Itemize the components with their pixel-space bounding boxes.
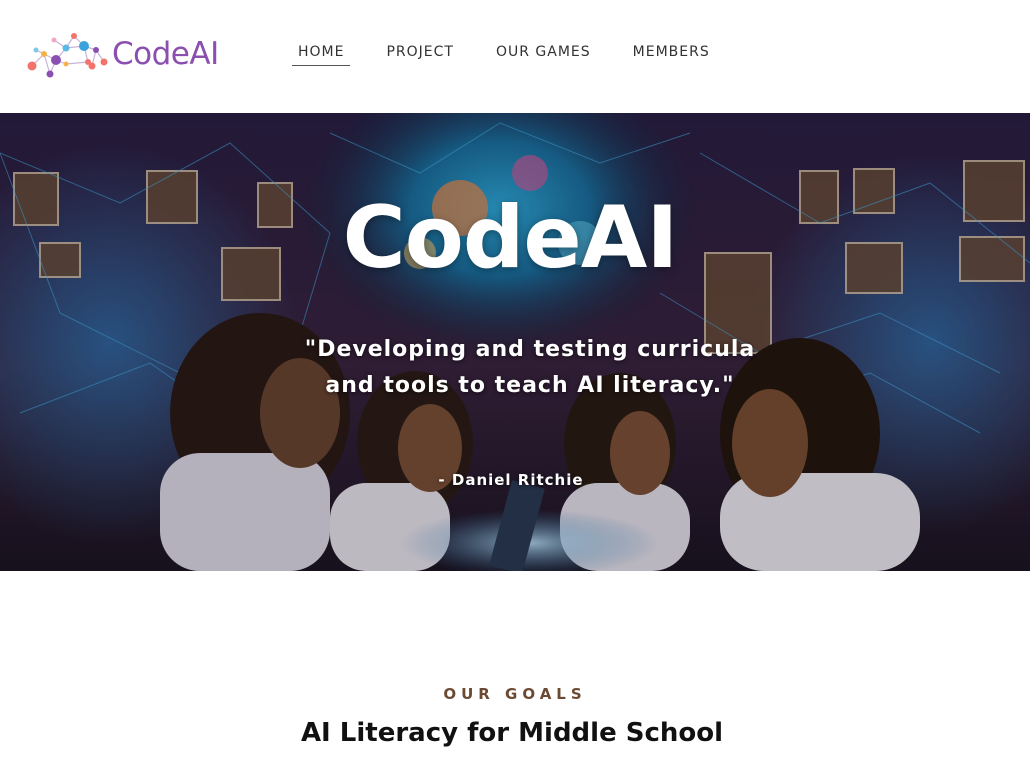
network-dots-icon: [27, 33, 108, 78]
hero-quote: "Developing and testing curricula and to…: [304, 337, 756, 398]
page: CodeAI HOME PROJECT OUR GAMES MEMBERS Co…: [0, 0, 1030, 764]
hero-quote-author: - Daniel Ritchie: [438, 471, 584, 489]
goals-kicker: OUR GOALS: [443, 685, 587, 703]
goals-title: AI Literacy for Middle School: [300, 718, 724, 748]
site-header: CodeAI HOME PROJECT OUR GAMES MEMBERS: [0, 0, 1030, 113]
nav-item-home[interactable]: HOME: [292, 41, 351, 66]
logo-link[interactable]: CodeAI: [26, 28, 219, 80]
nav-item-our-games[interactable]: OUR GAMES: [490, 41, 597, 66]
hero-banner: CodeAI "Developing and testing curricula…: [0, 113, 1030, 571]
main-nav: HOME PROJECT OUR GAMES MEMBERS: [292, 41, 746, 66]
nav-item-members[interactable]: MEMBERS: [627, 41, 716, 66]
logo-text: CodeAI: [112, 35, 219, 72]
hero-title: CodeAI: [342, 188, 679, 288]
nav-item-project[interactable]: PROJECT: [380, 41, 460, 66]
